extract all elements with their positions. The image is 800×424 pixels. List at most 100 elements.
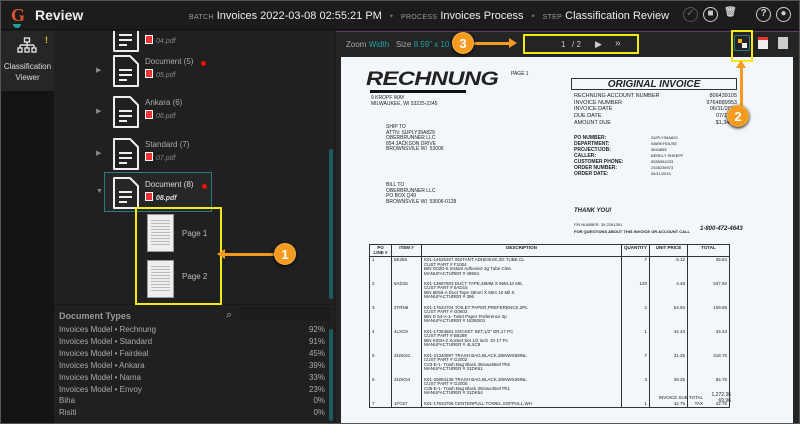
size-label: Size [395,40,412,49]
cell: 1 [621,328,650,353]
po-values: SUPLY39A829 WAREHOUSE 5644855 BERKLY SHE… [651,135,684,176]
column-header: PO LINE # [369,244,392,258]
cell: 4LXC8 [391,328,422,353]
classification-viewer-button[interactable]: Classification Viewer ! [1,31,54,91]
breadcrumb: BATCH Invoices 2022-03-08 02:55:21 PM • PRO… [189,10,669,22]
user-icon[interactable]: ● [776,7,791,22]
step-label: STEP [542,14,563,21]
page-navigation: 1 / 2 ▶ » [523,34,639,54]
arrow-head [509,38,517,48]
app-header: G Review BATCH Invoices 2022-03-08 02:55:… [1,1,799,30]
cell: K01-17634704 TOILET PAPER,PREFERENCE,2PL… [421,304,622,329]
document-type-row[interactable]: Invoices Model • Rechnung 92% [59,325,325,334]
tree-node[interactable]: ▶ Ankara (6) 06.pdf [54,95,335,128]
callout-1: 1 [274,243,296,265]
tree-node[interactable]: 04.pdf [54,31,335,52]
line-items-table: PO LINE # ITEM # DESCRIPTION QUANTITY UNIT P… [369,244,730,409]
app-title: Review [35,7,84,23]
tree-node-selected[interactable]: Document (8) 08.pdf [104,172,212,212]
document-type-name: Invoices Model • Ankara [59,360,145,370]
expand-arrow-icon[interactable]: ▶ [96,66,101,74]
po-labels: PO NUMBER: DEPARTMENT: PROJECT/JOB: CALL… [574,135,624,177]
document-types-title: Document Types [59,311,131,321]
expand-arrow-icon[interactable]: ▶ [96,149,101,157]
node-title: Ankara (6) [145,98,183,107]
help-icon[interactable]: ? [756,7,771,22]
cell: 1FC67 [391,400,422,408]
document-type-row[interactable]: Invoices Model • Standard 91% [59,337,325,346]
line-item-row: 3 2TRN6 K01-17634704 TOILET PAPER,PREFEREN… [369,304,730,329]
tree-scrollbar[interactable] [329,149,333,299]
document-types-panel: Document Types ⌕ Invoices Model • Rechnu… [54,291,335,423]
company-address: 9 KROPF WAY MILWAUKEE, WI 53225-2245 [371,95,438,107]
split-button-highlight [731,30,753,62]
zoom-value[interactable]: Width [369,40,389,49]
callout-arrow [740,67,743,107]
page-label[interactable]: Page 1 [182,229,207,238]
document-types-scrollbar[interactable] [329,329,333,421]
document-icon [113,55,139,87]
process-value: Invoices Process [440,10,524,22]
line-item-row: 2 5AD15 K01-13997803 DUCT TAPE,48MM X 55M,… [369,280,730,305]
tree-node[interactable]: ▶ Document (5) 05.pdf [54,54,335,87]
bill-to: BILL TO OBERBRUNNER LLC PO BOX Q49 BROWN… [386,182,457,205]
cell: 5 [369,352,392,377]
document-type-confidence: 45% [308,348,325,358]
stop-icon[interactable]: ■ [703,7,718,22]
cell: 537.60 [687,280,730,305]
document-types-search-input[interactable] [239,307,331,321]
cell: 54.94 [649,304,688,329]
document-type-row[interactable]: Invoices Model • Fairdeal 45% [59,349,325,358]
column-header: QUANTITY [621,244,650,258]
fei-number: FEI NUMBER 39-2261391 [574,222,623,227]
hierarchy-icon [17,37,37,53]
document-type-row[interactable]: Biha 0% [59,396,325,405]
unreviewed-dot-icon [202,184,207,189]
phone-number: 1-800-472-4643 [700,226,743,232]
cell: 7 [621,352,650,377]
page-thumbnail[interactable] [147,214,174,252]
document-type-confidence: 0% [313,408,325,418]
page-total: / 2 [572,40,581,49]
page-current[interactable]: 1 [561,40,565,49]
unreviewed-dot-icon [201,61,206,66]
document-type-row[interactable]: Risiti 0% [59,408,325,417]
file-name: 05.pdf [145,69,175,79]
cell: 2 [369,280,392,305]
collapse-arrow-icon[interactable]: ▼ [96,188,103,195]
cell: 31DK54 [391,376,422,401]
cell: 4.48 [649,280,688,305]
document-type-confidence: 39% [308,360,325,370]
column-header: ITEM # [391,244,422,258]
arrow-head [217,249,225,259]
node-title: Document (8) [145,180,194,189]
next-page-button[interactable]: ▶ [595,39,602,50]
pdf-icon[interactable] [758,37,768,49]
page-label[interactable]: Page 2 [182,272,207,281]
brand-logo: RECHNUNG [366,69,499,90]
column-header: TOTAL [687,244,730,258]
cell: 31DK61 [391,352,422,377]
cell: 2 [621,304,650,329]
document-type-name: Invoices Model • Fairdeal [59,348,149,358]
document-icon [113,31,139,52]
column-header: DESCRIPTION [421,244,622,258]
document-type-row[interactable]: Invoices Model • Ankara 39% [59,361,325,370]
file-name: 06.pdf [145,110,175,120]
pages-highlight-bottom [135,291,222,305]
document-type-name: Biha [59,396,76,406]
cell: 2TRN6 [391,304,422,329]
document-icon[interactable] [778,37,788,49]
search-icon[interactable]: ⌕ [226,309,232,322]
document-icon [113,138,139,170]
last-page-button[interactable]: » [615,38,621,49]
check-icon[interactable]: ✓ [683,7,698,22]
expand-arrow-icon[interactable]: ▶ [96,107,101,115]
document-type-row[interactable]: Invoices Model • Envoy 23% [59,385,325,394]
tree-node[interactable]: ▶ Standard (7) 07.pdf [54,137,335,170]
trash-icon[interactable]: 🗑 [723,7,738,22]
callout-arrow [471,42,511,45]
cell: 109.88 [687,304,730,329]
document-type-row[interactable]: Invoices Model • Nama 33% [59,373,325,382]
line-item-row: 5 31DK61 K01-21340987 TRASH BAG,BLACK,36IN… [369,352,730,377]
